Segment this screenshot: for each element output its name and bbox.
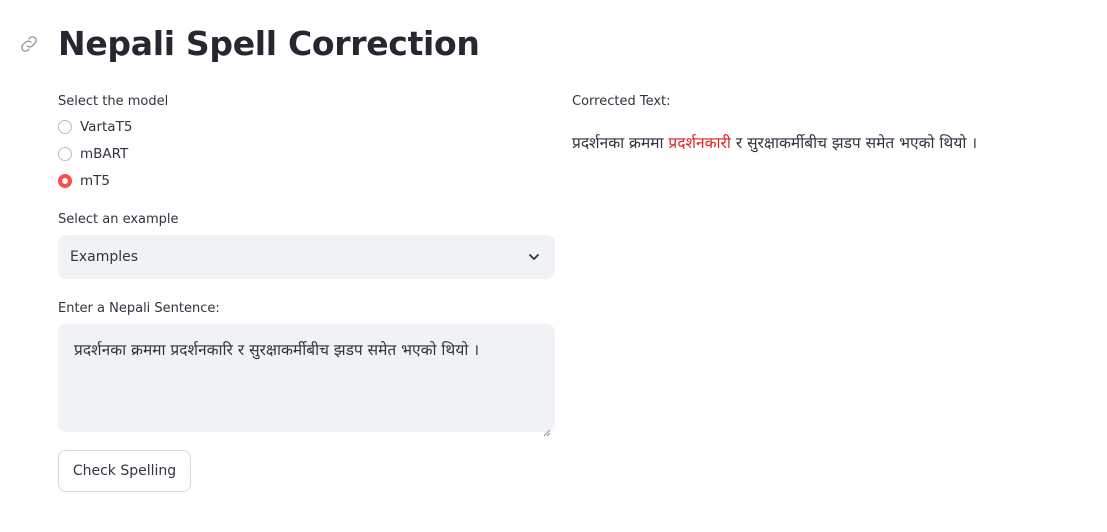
radio-label-vartat5: VartaT5 bbox=[80, 118, 133, 135]
example-select[interactable]: Examples bbox=[58, 235, 555, 279]
corrected-text-suffix: र सुरक्षाकर्मीबीच झडप समेत भएको थियो । bbox=[730, 134, 978, 152]
output-label: Corrected Text: bbox=[572, 94, 671, 109]
example-select-value: Examples bbox=[70, 249, 139, 265]
sentence-input-label: Enter a Nepali Sentence: bbox=[58, 301, 220, 316]
radio-label-mt5: mT5 bbox=[80, 172, 110, 189]
corrected-text-prefix: प्रदर्शनका क्रममा bbox=[572, 134, 669, 152]
corrected-text: प्रदर्शनका क्रममा प्रदर्शनकारी र सुरक्षा… bbox=[572, 131, 1092, 153]
sentence-textarea[interactable]: प्रदर्शनका क्रममा प्रदर्शनकारि र सुरक्षा… bbox=[58, 324, 555, 437]
resize-handle-icon[interactable] bbox=[543, 420, 551, 437]
radio-unselected-icon[interactable] bbox=[58, 146, 72, 161]
radio-option-mbart[interactable]: mBART bbox=[58, 144, 555, 163]
link-icon[interactable] bbox=[18, 33, 40, 55]
input-column: Select the model VartaT5 mBART mT5 Selec… bbox=[58, 94, 555, 492]
sentence-textarea-value: प्रदर्शनका क्रममा प्रदर्शनकारि र सुरक्षा… bbox=[74, 341, 480, 359]
example-select-label: Select an example bbox=[58, 212, 179, 227]
chevron-down-icon[interactable] bbox=[527, 250, 541, 264]
radio-option-vartat5[interactable]: VartaT5 bbox=[58, 117, 555, 136]
radio-unselected-icon[interactable] bbox=[58, 119, 72, 134]
model-select-label: Select the model bbox=[58, 94, 169, 109]
radio-option-mt5[interactable]: mT5 bbox=[58, 171, 555, 190]
corrected-word-highlight: प्रदर्शनकारी bbox=[668, 134, 731, 152]
output-column: Corrected Text: प्रदर्शनका क्रममा प्रदर्… bbox=[572, 94, 1092, 153]
model-radio-group: VartaT5 mBART mT5 bbox=[58, 117, 555, 190]
page-title: Nepali Spell Correction bbox=[58, 24, 480, 63]
radio-label-mbart: mBART bbox=[80, 145, 129, 162]
check-spelling-button[interactable]: Check Spelling bbox=[58, 450, 191, 492]
page-header: Nepali Spell Correction bbox=[18, 24, 480, 63]
radio-selected-icon[interactable] bbox=[58, 173, 72, 188]
